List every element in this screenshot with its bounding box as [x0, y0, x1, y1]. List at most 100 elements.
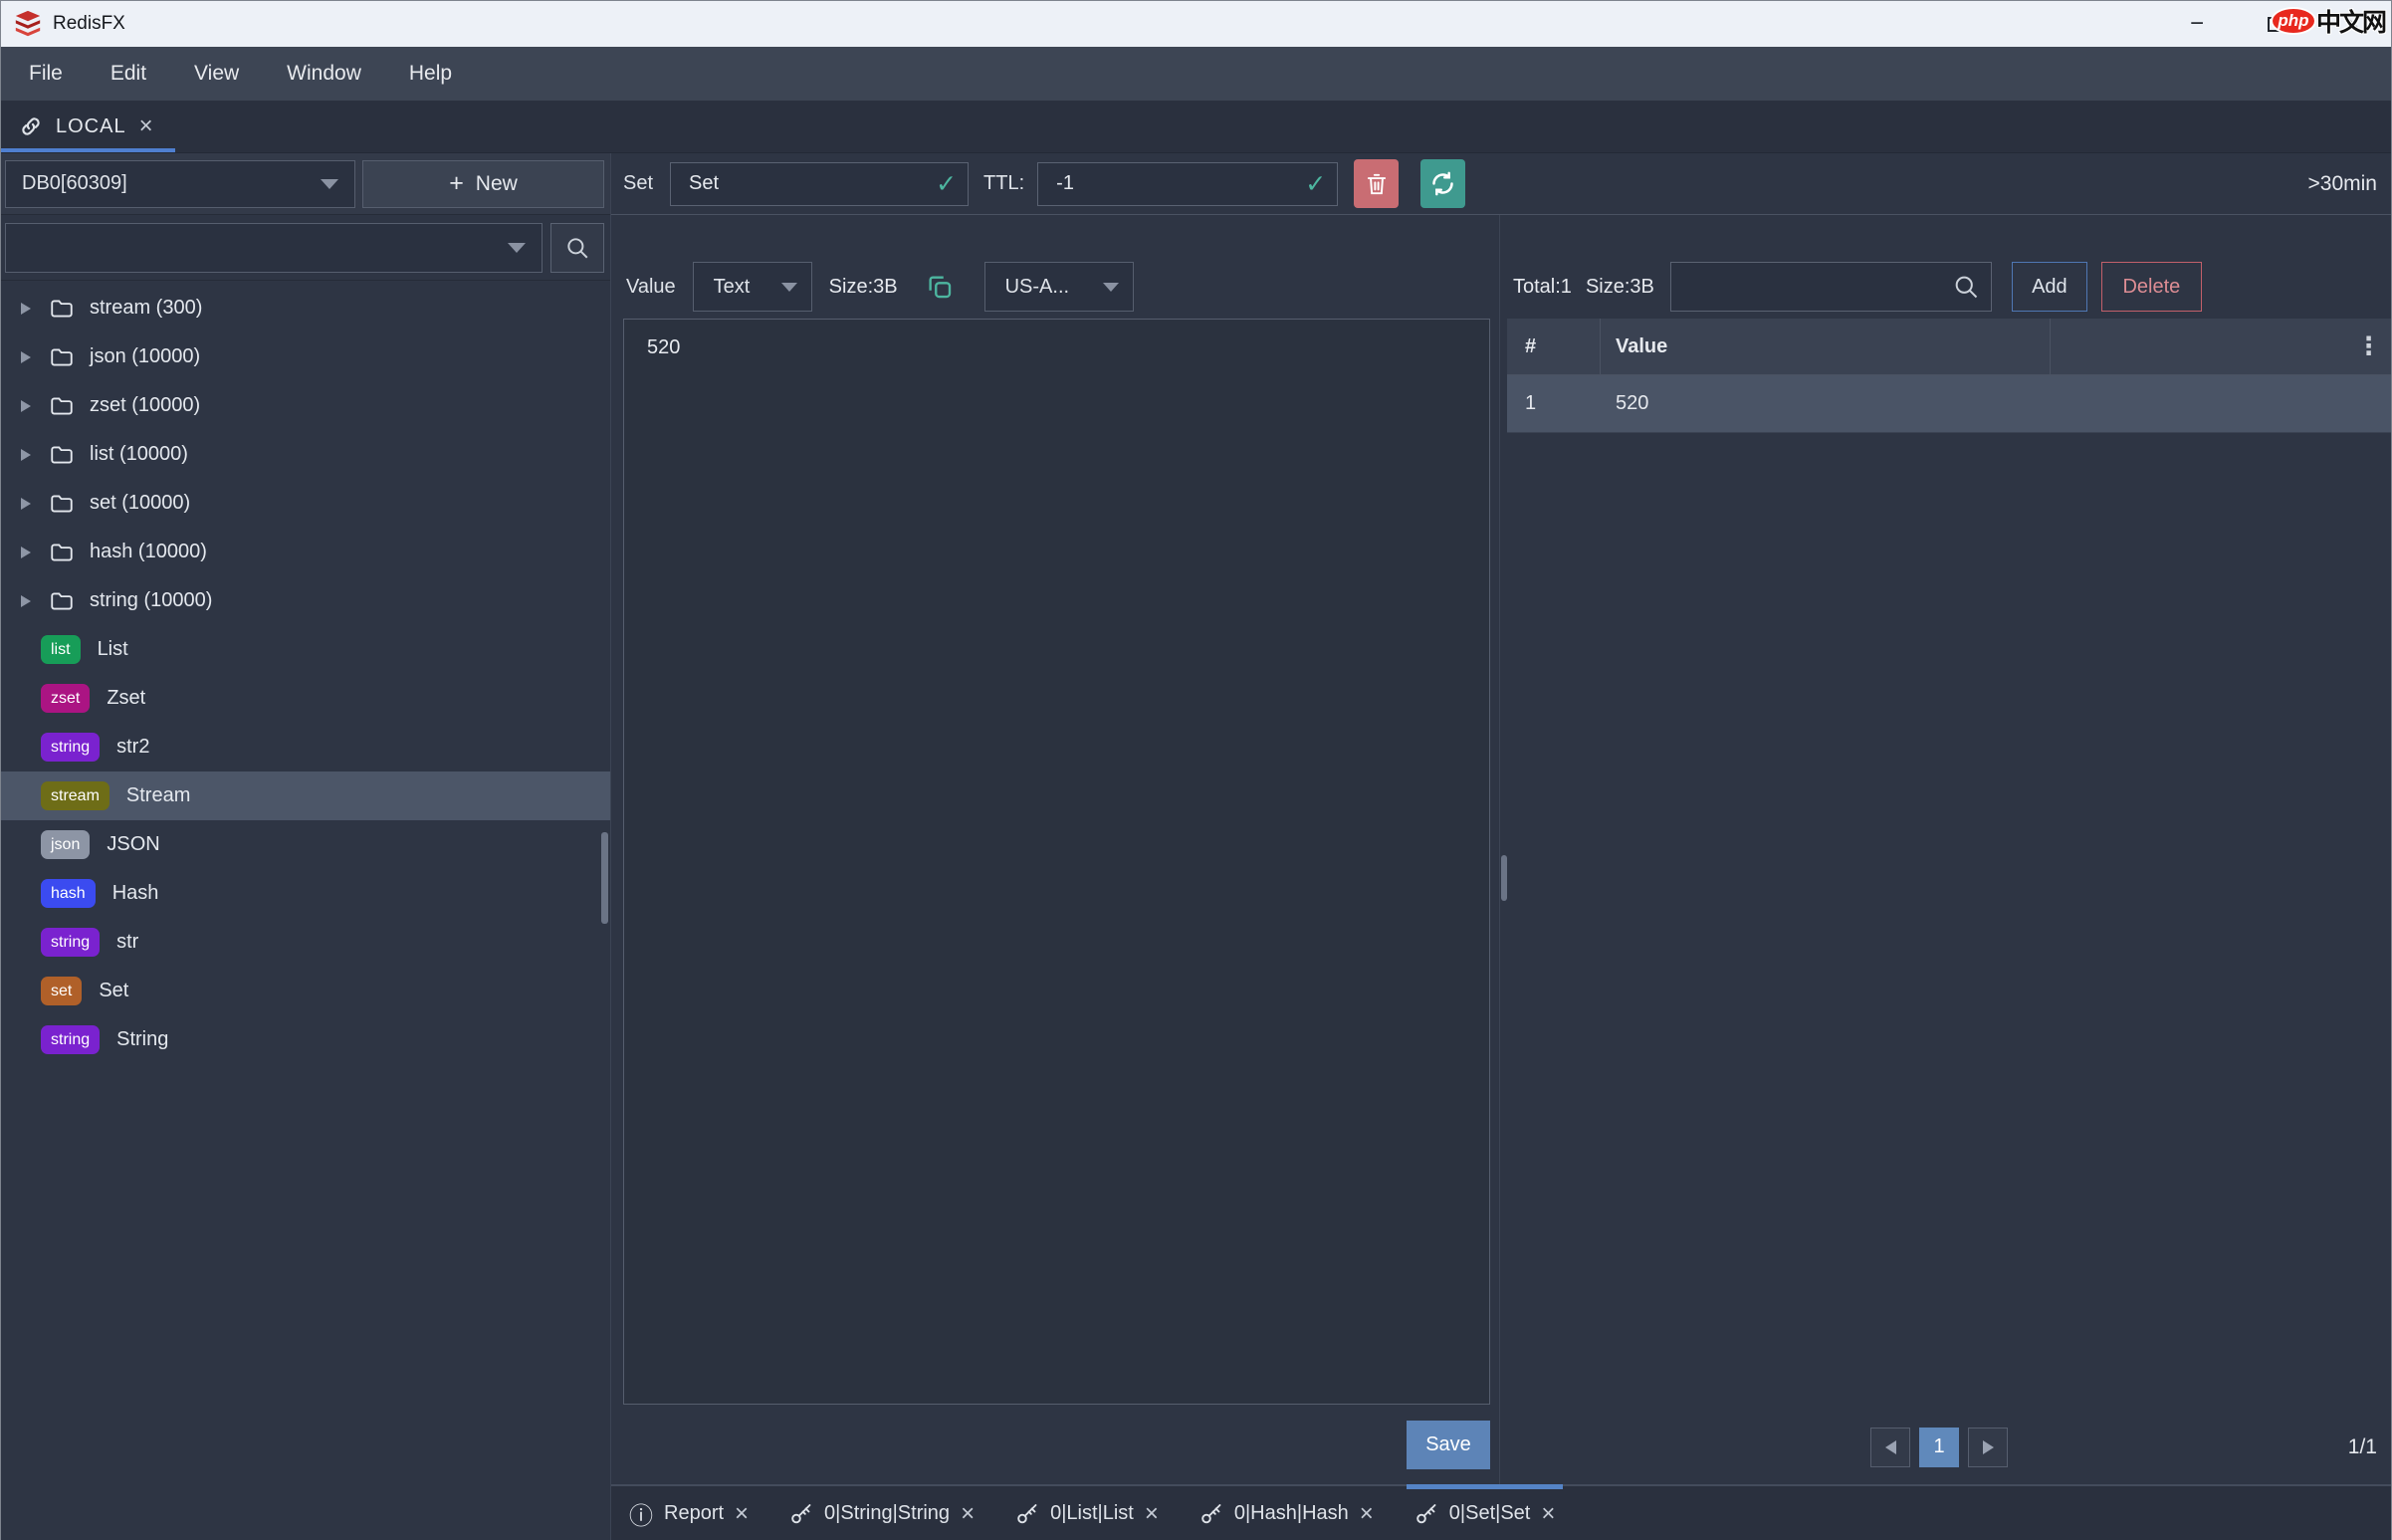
- tab-string-string[interactable]: 0|String|String ×: [789, 1486, 975, 1540]
- tab-local-close-icon[interactable]: ×: [139, 114, 153, 138]
- menu-help[interactable]: Help: [385, 47, 476, 101]
- delete-member-button[interactable]: Delete: [2101, 262, 2202, 312]
- table-header: # Value ⋮: [1507, 319, 2391, 375]
- arrow-left-icon: [1885, 1440, 1896, 1454]
- php-watermark-badge: php: [2271, 7, 2316, 35]
- folder-icon: [47, 393, 77, 419]
- tree-key-list[interactable]: list List: [1, 625, 610, 674]
- app-window: RedisFX − × php 中文网 File Edit View Windo…: [0, 0, 2392, 1540]
- value-label: Value: [626, 276, 676, 299]
- key-icon: [1015, 1502, 1039, 1526]
- tab-report[interactable]: ⓘ Report ×: [629, 1486, 749, 1540]
- key-type-label: Set: [623, 172, 653, 195]
- tab-close-icon[interactable]: ×: [1360, 1502, 1374, 1526]
- sidebar-scrollbar[interactable]: [601, 832, 608, 924]
- column-menu-icon[interactable]: ⋮: [2356, 331, 2381, 361]
- minimize-button[interactable]: −: [2158, 1, 2236, 47]
- page-ratio: 1/1: [2348, 1435, 2377, 1459]
- new-key-button[interactable]: + New: [362, 160, 604, 208]
- session-timer: >30min: [2308, 172, 2377, 196]
- ttl-input[interactable]: [1037, 162, 1338, 206]
- chevron-right-icon[interactable]: [21, 595, 31, 607]
- key-name-input[interactable]: [670, 162, 969, 206]
- tree-key-zset[interactable]: zset Zset: [1, 674, 610, 723]
- type-badge-hash: hash: [41, 879, 96, 908]
- encoding-select[interactable]: US-A...: [984, 262, 1134, 312]
- members-search-input[interactable]: [1670, 262, 1992, 312]
- tree-folder-hash[interactable]: hash (10000): [1, 528, 610, 576]
- check-icon: ✓: [936, 169, 957, 199]
- chevron-down-icon: [321, 179, 338, 189]
- search-button[interactable]: [550, 223, 604, 273]
- chevron-right-icon[interactable]: [21, 351, 31, 363]
- tab-close-icon[interactable]: ×: [735, 1502, 749, 1526]
- refresh-key-button[interactable]: [1420, 159, 1465, 208]
- chevron-right-icon[interactable]: [21, 449, 31, 461]
- tab-close-icon[interactable]: ×: [1145, 1502, 1159, 1526]
- column-header-index: #: [1507, 319, 1601, 374]
- sidebar: DB0[60309] + New: [1, 153, 611, 1540]
- chevron-right-icon[interactable]: [21, 498, 31, 510]
- tree-folder-stream[interactable]: stream (300): [1, 284, 610, 332]
- next-page-button[interactable]: [1968, 1428, 2008, 1467]
- tab-hash-hash[interactable]: 0|Hash|Hash ×: [1199, 1486, 1374, 1540]
- chevron-down-icon: [508, 243, 526, 253]
- type-badge-stream: stream: [41, 781, 109, 810]
- sidebar-db-row: DB0[60309] + New: [1, 153, 610, 215]
- title-bar: RedisFX − × php 中文网: [1, 1, 2391, 47]
- menu-view[interactable]: View: [170, 47, 263, 101]
- current-page-button[interactable]: 1: [1919, 1428, 1959, 1467]
- tree-folder-json[interactable]: json (10000): [1, 332, 610, 381]
- tree-key-str[interactable]: string str: [1, 918, 610, 967]
- table-row[interactable]: 1 520: [1507, 375, 2391, 433]
- chevron-right-icon[interactable]: [21, 547, 31, 558]
- tab-close-icon[interactable]: ×: [961, 1502, 975, 1526]
- type-badge-list: list: [41, 635, 81, 664]
- delete-key-button[interactable]: [1354, 159, 1399, 208]
- link-icon: [19, 114, 43, 138]
- key-tree: stream (300) json (10000) zset (10000) l…: [1, 281, 610, 1540]
- tree-folder-zset[interactable]: zset (10000): [1, 381, 610, 430]
- tree-key-string[interactable]: string String: [1, 1015, 610, 1064]
- chevron-right-icon[interactable]: [21, 400, 31, 412]
- php-watermark: php 中文网: [2271, 3, 2385, 39]
- tree-key-json[interactable]: json JSON: [1, 820, 610, 869]
- prev-page-button[interactable]: [1870, 1428, 1910, 1467]
- folder-icon: [47, 296, 77, 322]
- tab-local[interactable]: LOCAL ×: [1, 101, 175, 152]
- db-selector[interactable]: DB0[60309]: [5, 160, 355, 208]
- menu-window[interactable]: Window: [263, 47, 385, 101]
- db-selector-value: DB0[60309]: [22, 172, 127, 195]
- copy-icon[interactable]: [925, 272, 955, 302]
- tab-set-set[interactable]: 0|Set|Set ×: [1414, 1486, 1556, 1540]
- view-mode-select[interactable]: Text: [693, 262, 812, 312]
- value-editor[interactable]: 520: [623, 319, 1490, 1405]
- tab-local-label: LOCAL: [56, 115, 126, 138]
- divider-thumb[interactable]: [1501, 855, 1507, 901]
- chevron-right-icon[interactable]: [21, 303, 31, 315]
- panel-divider[interactable]: [1499, 215, 1507, 1484]
- tab-close-icon[interactable]: ×: [1541, 1502, 1555, 1526]
- tree-key-str2[interactable]: string str2: [1, 723, 610, 771]
- type-badge-string: string: [41, 1025, 100, 1054]
- key-search-input[interactable]: [5, 223, 543, 273]
- tree-folder-list[interactable]: list (10000): [1, 430, 610, 479]
- table-empty-area: [1507, 433, 2391, 1410]
- tab-list-list[interactable]: 0|List|List ×: [1015, 1486, 1159, 1540]
- members-size: Size:3B: [1586, 276, 1654, 299]
- connection-tab-bar: LOCAL ×: [1, 101, 2391, 153]
- type-badge-string: string: [41, 733, 100, 762]
- add-member-button[interactable]: Add: [2012, 262, 2087, 312]
- tree-key-stream-selected[interactable]: stream Stream: [1, 771, 610, 820]
- search-icon[interactable]: [1952, 273, 1980, 301]
- menu-edit[interactable]: Edit: [87, 47, 170, 101]
- tree-key-set[interactable]: set Set: [1, 967, 610, 1015]
- tree-key-hash[interactable]: hash Hash: [1, 869, 610, 918]
- type-badge-json: json: [41, 830, 90, 859]
- menu-file[interactable]: File: [5, 47, 87, 101]
- tree-folder-string[interactable]: string (10000): [1, 576, 610, 625]
- save-button[interactable]: Save: [1407, 1421, 1490, 1469]
- php-watermark-text: 中文网: [2316, 3, 2385, 39]
- tree-folder-set[interactable]: set (10000): [1, 479, 610, 528]
- plus-icon: +: [449, 169, 464, 198]
